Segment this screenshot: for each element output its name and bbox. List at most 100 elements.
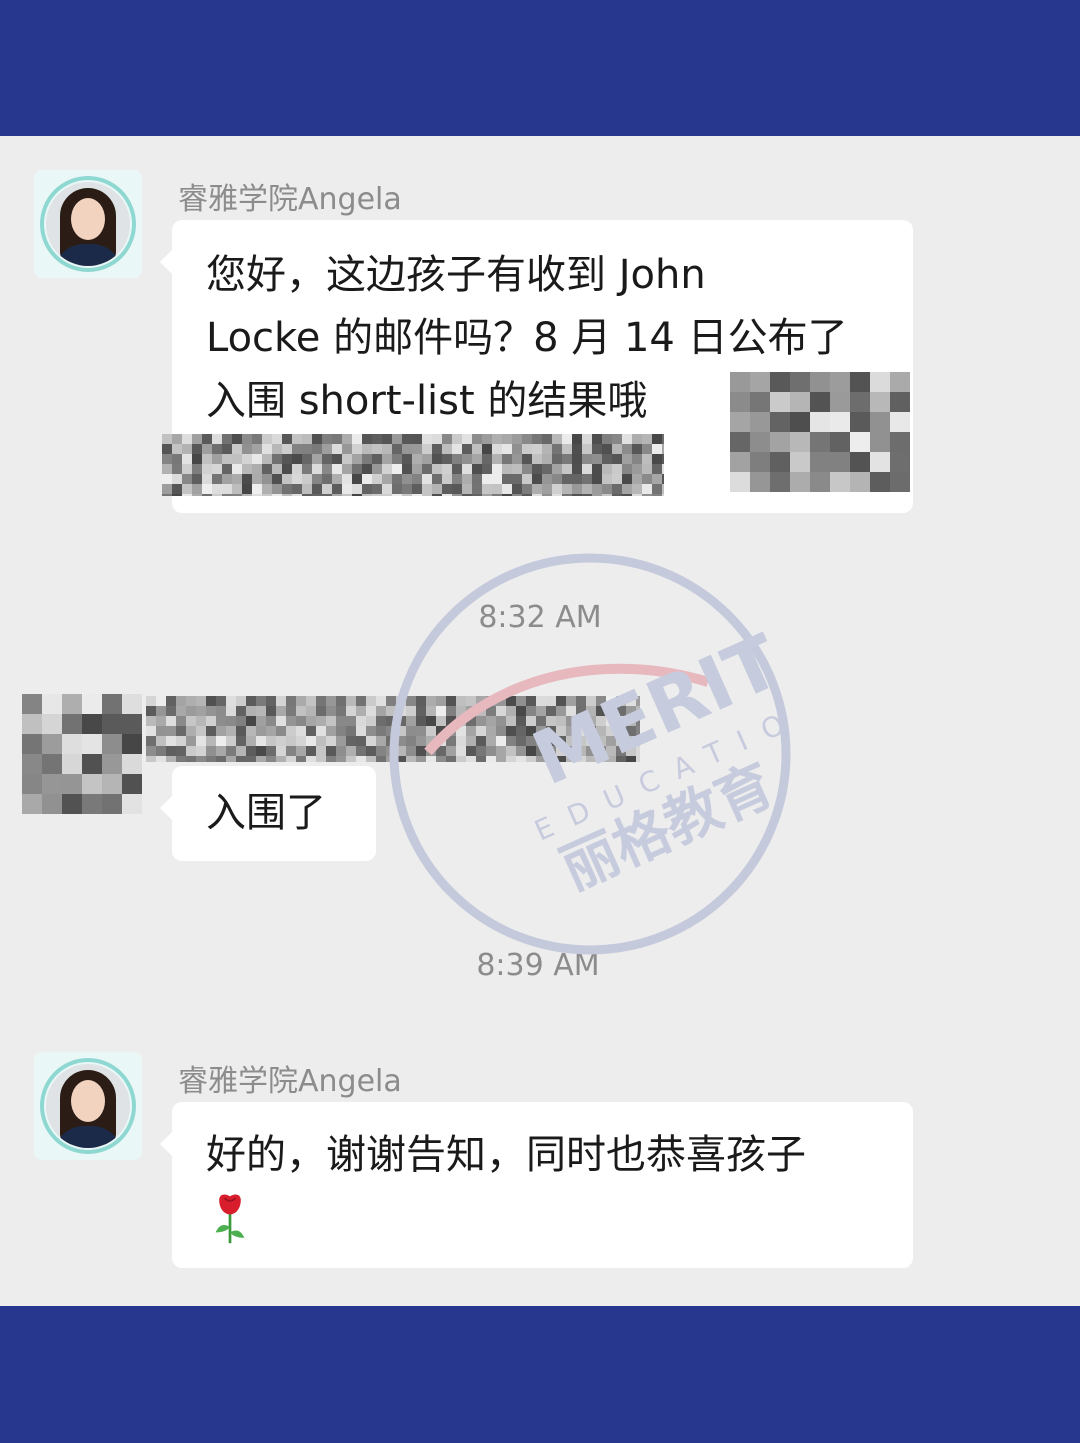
mosaic-cell <box>336 736 346 746</box>
mosaic-cell <box>466 736 476 746</box>
mosaic-cell <box>730 432 750 452</box>
mosaic-cell <box>302 474 312 484</box>
mosaic-cell <box>352 434 362 444</box>
mosaic-cell <box>122 774 142 794</box>
message-bubble[interactable]: 好的，谢谢告知，同时也恭喜孩子 <box>160 1102 913 1268</box>
mosaic-cell <box>612 454 622 464</box>
mosaic-cell <box>476 696 486 706</box>
mosaic-cell <box>362 494 372 496</box>
mosaic-cell <box>232 454 242 464</box>
mosaic-cell <box>276 746 286 756</box>
mosaic-cell <box>202 444 212 454</box>
redacted-sender <box>146 696 640 762</box>
mosaic-cell <box>276 696 286 706</box>
mosaic-cell <box>442 464 452 474</box>
mosaic-cell <box>212 464 222 474</box>
mosaic-cell <box>636 746 640 756</box>
mosaic-cell <box>426 726 436 736</box>
mosaic-cell <box>602 434 612 444</box>
mosaic-cell <box>216 726 226 736</box>
mosaic-cell <box>162 494 172 496</box>
mosaic-cell <box>596 696 606 706</box>
mosaic-cell <box>770 472 790 492</box>
mosaic-cell <box>466 756 476 762</box>
mosaic-cell <box>286 716 296 726</box>
avatar[interactable] <box>34 1052 142 1160</box>
mosaic-cell <box>276 716 286 726</box>
mosaic-cell <box>750 452 770 472</box>
mosaic-cell <box>426 756 436 762</box>
mosaic-cell <box>272 484 282 494</box>
message-bubble[interactable]: 您好，这边孩子有收到 John Locke 的邮件吗？8 月 14 日公布了 入… <box>160 220 913 513</box>
mosaic-cell <box>166 746 176 756</box>
mosaic-cell <box>486 696 496 706</box>
rose-emoji <box>215 1194 245 1244</box>
mosaic-cell <box>272 434 282 444</box>
mosaic-cell <box>472 444 482 454</box>
mosaic-cell <box>102 714 122 734</box>
mosaic-cell <box>196 716 206 726</box>
mosaic-cell <box>426 746 436 756</box>
mosaic-cell <box>516 696 526 706</box>
avatar[interactable] <box>34 170 142 278</box>
mosaic-cell <box>262 474 272 484</box>
mosaic-cell <box>462 434 472 444</box>
mosaic-cell <box>346 696 356 706</box>
mosaic-cell <box>202 474 212 484</box>
mosaic-cell <box>516 746 526 756</box>
mosaic-cell <box>566 736 576 746</box>
mosaic-cell <box>392 494 402 496</box>
mosaic-cell <box>502 454 512 464</box>
mosaic-cell <box>496 726 506 736</box>
mosaic-cell <box>242 484 252 494</box>
mosaic-cell <box>62 714 82 734</box>
mosaic-cell <box>810 372 830 392</box>
message-text: 好的，谢谢告知，同时也恭喜孩子 <box>206 1132 806 1178</box>
mosaic-cell <box>830 372 850 392</box>
mosaic-cell <box>562 434 572 444</box>
mosaic-cell <box>542 434 552 444</box>
mosaic-cell <box>382 454 392 464</box>
mosaic-cell <box>226 696 236 706</box>
mosaic-cell <box>750 372 770 392</box>
mosaic-cell <box>312 434 322 444</box>
mosaic-cell <box>486 736 496 746</box>
mosaic-cell <box>302 434 312 444</box>
mosaic-cell <box>406 756 416 762</box>
mosaic-cell <box>222 484 232 494</box>
mosaic-cell <box>436 736 446 746</box>
mosaic-cell <box>546 736 556 746</box>
mosaic-cell <box>292 464 302 474</box>
mosaic-cell <box>576 706 586 716</box>
mosaic-cell <box>366 756 376 762</box>
mosaic-cell <box>566 726 576 736</box>
mosaic-cell <box>236 696 246 706</box>
mosaic-cell <box>332 494 342 496</box>
mosaic-cell <box>282 434 292 444</box>
mosaic-cell <box>376 726 386 736</box>
mosaic-cell <box>642 464 652 474</box>
mosaic-cell <box>312 474 322 484</box>
mosaic-cell <box>186 746 196 756</box>
mosaic-cell <box>192 444 202 454</box>
mosaic-cell <box>386 716 396 726</box>
mosaic-cell <box>226 706 236 716</box>
mosaic-cell <box>452 494 462 496</box>
mosaic-cell <box>352 474 362 484</box>
mosaic-cell <box>850 392 870 412</box>
mosaic-cell <box>492 494 502 496</box>
mosaic-cell <box>212 484 222 494</box>
mosaic-cell <box>356 746 366 756</box>
mosaic-cell <box>286 746 296 756</box>
mosaic-cell <box>586 736 596 746</box>
mosaic-cell <box>306 706 316 716</box>
mosaic-cell <box>432 444 442 454</box>
mosaic-cell <box>612 434 622 444</box>
mosaic-cell <box>616 696 626 706</box>
mosaic-cell <box>206 706 216 716</box>
message-bubble[interactable]: 入围了 <box>160 766 376 861</box>
mosaic-cell <box>456 696 466 706</box>
mosaic-cell <box>182 494 192 496</box>
mosaic-cell <box>612 464 622 474</box>
mosaic-cell <box>416 756 426 762</box>
